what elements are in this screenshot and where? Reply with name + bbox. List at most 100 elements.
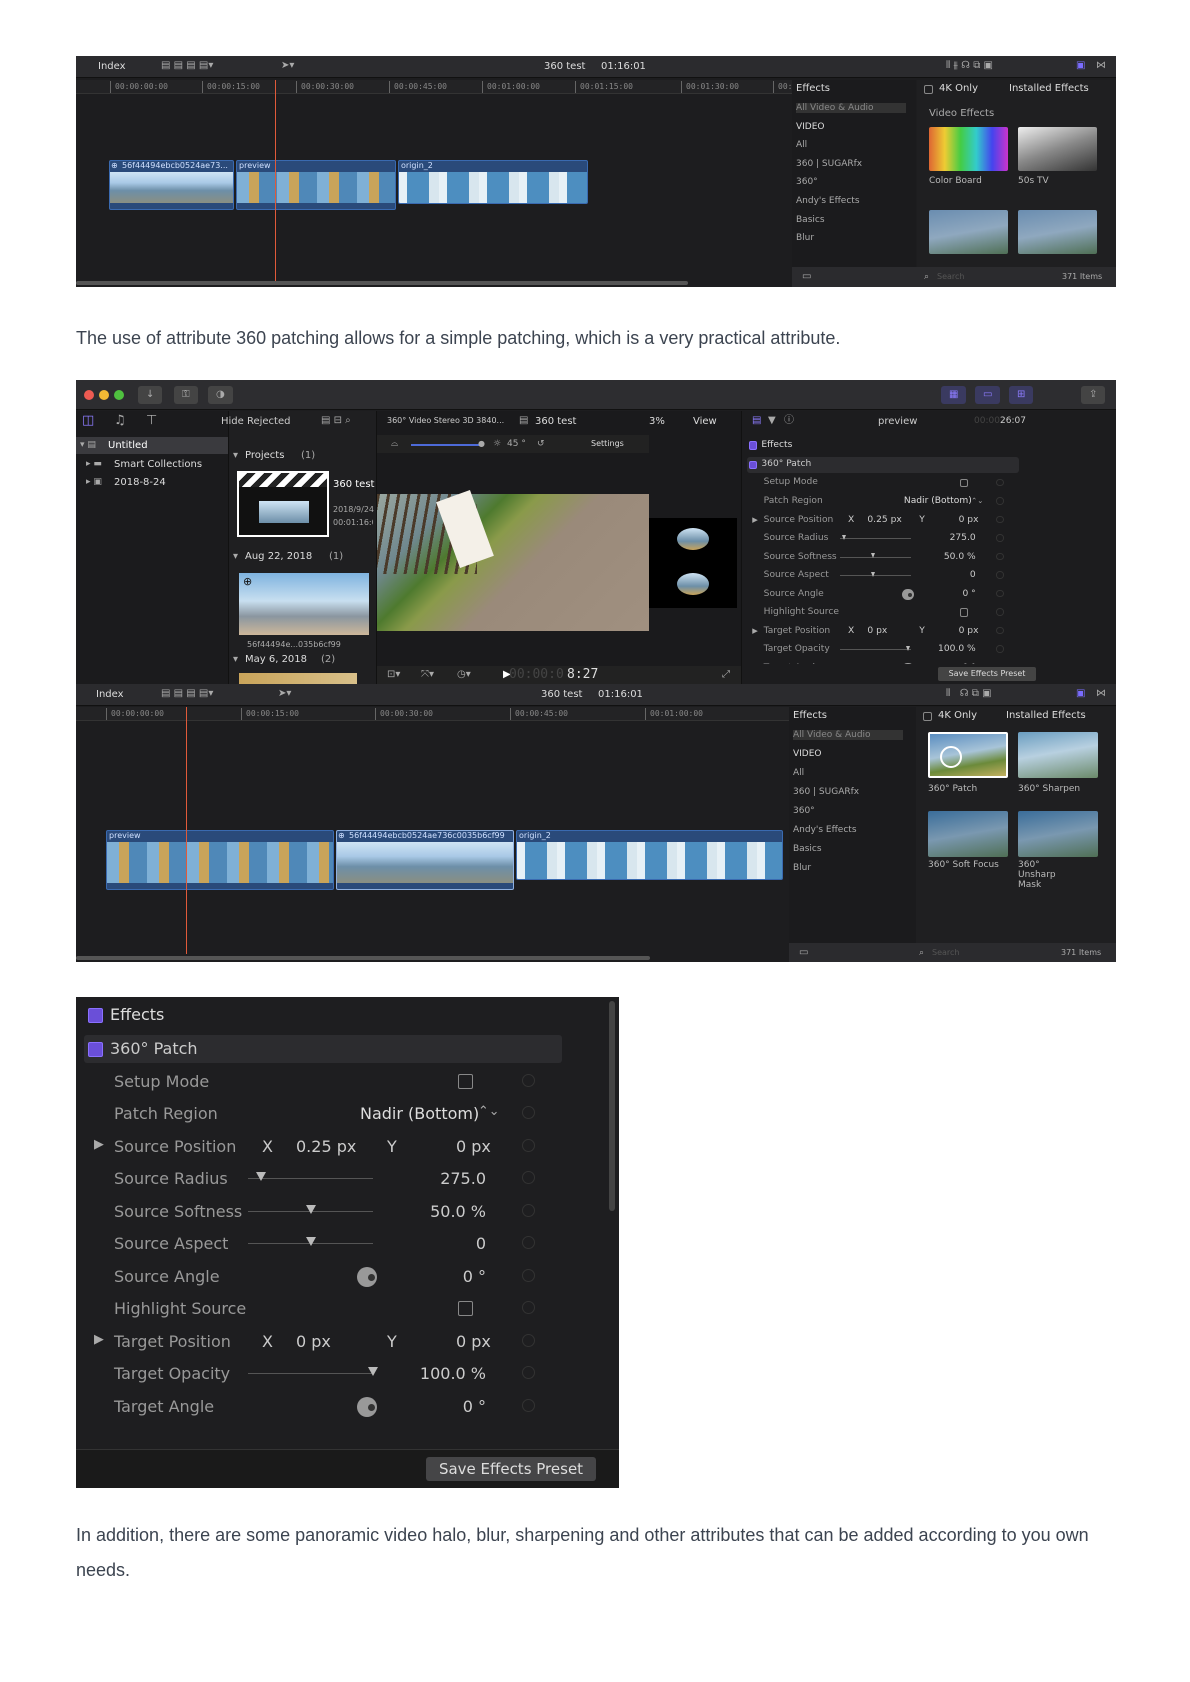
param-checkbox[interactable] <box>458 1073 473 1089</box>
effect-thumbnail[interactable] <box>1018 811 1098 857</box>
group-disclosure[interactable]: ▾ <box>233 654 238 665</box>
param-checkbox[interactable] <box>959 608 969 617</box>
clip-appearance-icon[interactable]: ▤ ▤ ▤ ▤▾ <box>161 61 213 71</box>
effect-thumbnail[interactable] <box>1018 127 1097 171</box>
project-thumbnail[interactable] <box>237 471 329 537</box>
libraries-icon[interactable]: ◫ <box>82 414 94 427</box>
disclosure-triangle[interactable]: ▶ <box>752 515 758 524</box>
playhead[interactable] <box>275 80 276 282</box>
timeline-clip[interactable]: 56f44494ebcb0524ae736c0035b6cf99 ⊕ <box>336 830 514 890</box>
timeline-scrollbar[interactable] <box>76 956 650 960</box>
timeline-ruler[interactable]: 00:00:00:00 00:00:15:00 00:00:30:00 00:0… <box>76 707 789 721</box>
param-value-field[interactable]: 0 ° <box>376 1397 486 1416</box>
keyframe-button[interactable] <box>522 1398 535 1412</box>
disclosure-triangle[interactable]: ▾ ▤ <box>80 440 96 450</box>
keyframe-button[interactable] <box>996 478 1004 486</box>
viewer-image[interactable] <box>377 489 649 631</box>
timeline-scrollbar[interactable] <box>76 281 688 285</box>
param-value-field[interactable]: 275.0 <box>913 533 976 543</box>
library-item-untitled[interactable] <box>76 437 228 454</box>
category-item[interactable]: Basics <box>793 844 822 854</box>
select-tool-icon[interactable]: ➤▾ <box>281 61 294 71</box>
clip-thumbnail[interactable] <box>239 673 357 684</box>
browser-toggle-icon[interactable]: ▣ <box>1076 689 1085 699</box>
effects-checkbox[interactable] <box>88 1008 103 1023</box>
param-value-field[interactable]: 275.0 <box>376 1169 486 1188</box>
effects-checkbox[interactable] <box>748 441 758 450</box>
titles-generators-icon[interactable]: ⊤ <box>146 414 157 427</box>
angle-dial[interactable] <box>902 662 914 664</box>
keyframe-button[interactable] <box>996 608 1004 616</box>
save-effects-preset-button[interactable]: Save Effects Preset <box>938 667 1036 681</box>
category-item[interactable]: All <box>796 140 807 150</box>
keyframe-button[interactable] <box>522 1073 535 1087</box>
audio-skimming-icon[interactable]: ⫴ ⫵ ☊ ⧉ ▣ <box>946 61 993 71</box>
keyframe-button[interactable] <box>996 497 1004 505</box>
inspector-layout-icon[interactable]: ⊞ <box>1009 386 1034 404</box>
keyframe-button[interactable] <box>522 1106 535 1119</box>
slider-knob[interactable] <box>305 1204 316 1214</box>
transitions-icon[interactable]: ⋈ <box>1096 689 1106 699</box>
y-value-field[interactable]: 0 px <box>959 626 979 636</box>
angle-dial[interactable] <box>357 1266 377 1287</box>
keyframe-button[interactable] <box>996 571 1004 579</box>
category-item[interactable]: Blur <box>793 863 811 873</box>
playhead[interactable] <box>186 707 187 954</box>
slider-knob[interactable] <box>305 1237 316 1246</box>
angle-dial[interactable] <box>357 1396 377 1417</box>
import-icon[interactable]: ↓ <box>138 386 163 404</box>
hide-rejected-popup[interactable]: Hide Rejected <box>221 416 290 427</box>
zoom-popup[interactable]: 3% <box>649 416 665 427</box>
keyframe-button[interactable] <box>522 1138 535 1152</box>
view-popup[interactable]: View <box>693 416 717 427</box>
param-slider[interactable] <box>840 575 912 577</box>
audio-skimming-icon[interactable]: ⫴ ☊ ⧉ ▣ <box>946 689 992 699</box>
close-window-button[interactable] <box>84 390 94 400</box>
param-value-field[interactable]: 0 ° <box>913 663 975 664</box>
tilt-slider[interactable] <box>411 444 483 446</box>
category-item[interactable]: Blur <box>796 233 814 243</box>
disclosure-triangle[interactable]: ▶ <box>752 626 758 635</box>
keyframe-button[interactable] <box>996 645 1004 653</box>
keywords-icon[interactable]: ⚿ <box>174 386 198 404</box>
filmstrip-icon[interactable]: ▤ ⊟ ⌕ <box>321 416 351 426</box>
param-slider[interactable] <box>248 1178 373 1179</box>
y-value-field[interactable]: 0 px <box>959 515 979 525</box>
category-item[interactable]: All Video & Audio <box>793 730 903 740</box>
param-slider[interactable] <box>840 649 912 651</box>
keyframe-button[interactable] <box>522 1366 535 1379</box>
category-item[interactable]: VIDEO <box>793 749 822 759</box>
category-item[interactable]: 360° <box>793 806 815 816</box>
keyframe-button[interactable] <box>522 1333 535 1347</box>
share-icon[interactable]: ⇪ <box>1081 386 1106 404</box>
category-item[interactable]: 360° <box>796 177 818 187</box>
index-button[interactable]: Index <box>98 61 126 72</box>
reset-icon[interactable]: ↺ <box>537 439 545 449</box>
category-item[interactable]: All <box>793 768 804 778</box>
effect-thumbnail[interactable] <box>928 811 1008 857</box>
clip-thumbnail[interactable] <box>239 573 369 635</box>
retime-icon[interactable]: ◷▾ <box>457 670 471 680</box>
param-value-field[interactable]: 0 ° <box>376 1267 486 1286</box>
param-value-field[interactable]: 0 ° <box>913 589 975 599</box>
keyframe-button[interactable] <box>996 552 1004 561</box>
timeline-ruler[interactable]: 00:00:00:00 00:00:15:00 00:00:30:00 00:0… <box>76 80 792 94</box>
keyframe-button[interactable] <box>996 515 1004 524</box>
background-tasks-icon[interactable]: ◑ <box>208 386 233 404</box>
tilt-knob[interactable]: ● <box>478 439 485 449</box>
param-value-field[interactable]: 50.0 % <box>376 1202 486 1221</box>
clip-appearance-icon[interactable]: ▤ ▤ ▤ ▤▾ <box>161 689 213 699</box>
library-item-smart-collections[interactable]: Smart Collections <box>114 459 202 470</box>
browser-toggle-icon[interactable]: ▣ <box>1076 61 1085 71</box>
installed-effects-popup[interactable]: Installed Effects <box>1006 710 1086 721</box>
keyframe-button[interactable] <box>522 1301 535 1314</box>
param-slider[interactable] <box>840 538 912 540</box>
disclosure-triangle[interactable]: ▶ <box>94 1332 104 1347</box>
param-checkbox[interactable] <box>458 1301 473 1316</box>
param-value-field[interactable]: 0 <box>376 1234 486 1253</box>
param-checkbox[interactable] <box>959 478 969 488</box>
slider-knob[interactable] <box>842 534 847 540</box>
keyframe-button[interactable] <box>522 1203 535 1217</box>
category-item[interactable]: Basics <box>796 215 825 225</box>
keyframe-button[interactable] <box>522 1268 535 1282</box>
